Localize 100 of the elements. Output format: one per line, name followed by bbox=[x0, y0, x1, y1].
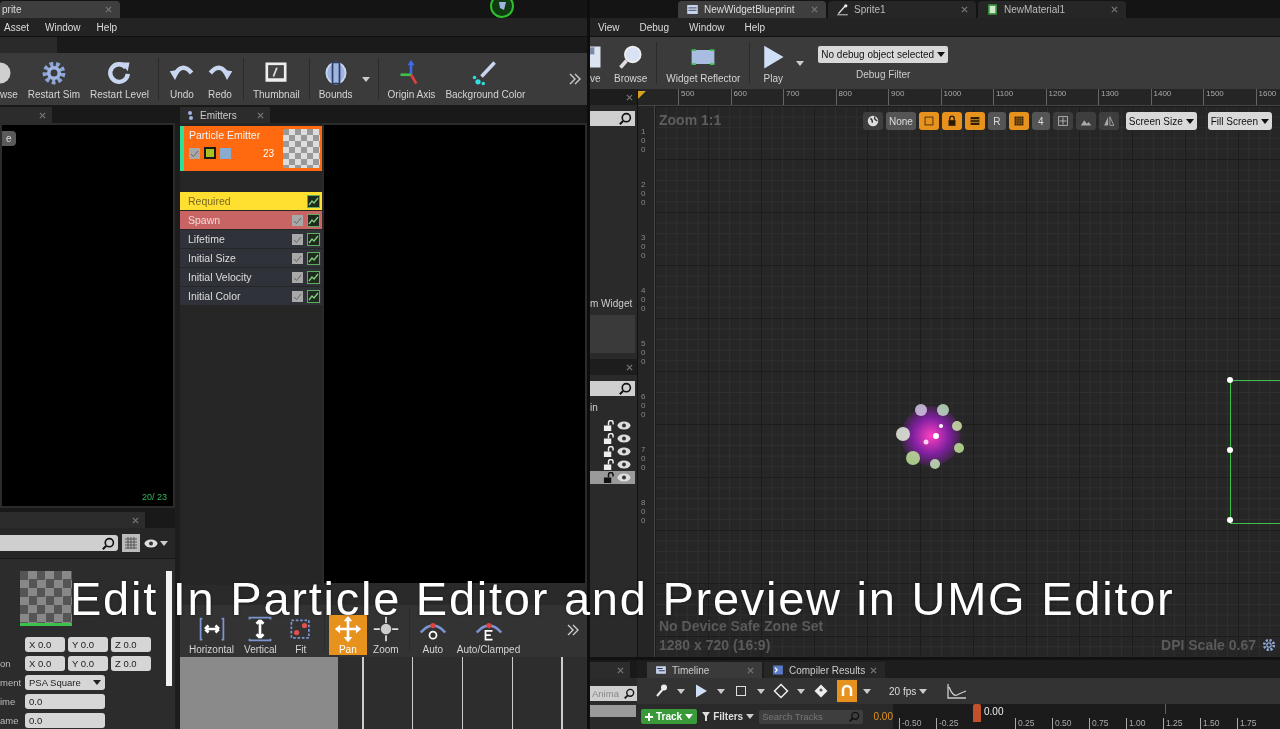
number-field[interactable]: Y 0.0 bbox=[68, 655, 108, 671]
toolbar-button[interactable]: Restart Sim bbox=[22, 55, 86, 103]
checkbox[interactable] bbox=[292, 252, 303, 264]
close-icon[interactable] bbox=[961, 6, 968, 13]
editor-tab[interactable]: Sprite1 bbox=[828, 1, 976, 18]
more-icon[interactable] bbox=[567, 624, 579, 636]
eye-icon[interactable] bbox=[617, 421, 631, 430]
menu-item[interactable]: Asset bbox=[4, 21, 29, 33]
editor-tab[interactable]: NewMaterial1 bbox=[978, 1, 1126, 18]
toolbar-button[interactable]: Horizontal bbox=[184, 615, 240, 655]
eye-icon[interactable] bbox=[617, 434, 631, 443]
close-icon[interactable] bbox=[626, 93, 633, 101]
dropdown[interactable]: Fill Screen bbox=[1207, 112, 1272, 130]
unlocked-padlock-icon[interactable] bbox=[603, 472, 614, 483]
unlocked-padlock-icon[interactable] bbox=[603, 433, 614, 444]
render-mode-icon[interactable] bbox=[204, 147, 216, 159]
toolbar-button[interactable] bbox=[862, 112, 883, 130]
close-icon[interactable] bbox=[132, 516, 139, 524]
viewport-button[interactable]: e bbox=[2, 131, 16, 146]
toolbar-button[interactable]: 4 bbox=[1031, 112, 1050, 130]
toolbar-button[interactable]: Restart Level bbox=[85, 55, 154, 103]
checkbox[interactable] bbox=[292, 214, 303, 226]
graph-icon[interactable] bbox=[307, 289, 320, 303]
number-field[interactable]: Z 0.0 bbox=[111, 636, 151, 652]
toolbar-button[interactable]: wse bbox=[0, 55, 23, 103]
module-row[interactable]: Lifetime bbox=[180, 230, 322, 248]
graph-icon[interactable] bbox=[307, 270, 320, 284]
toolbar-button[interactable] bbox=[918, 112, 939, 130]
dropdown[interactable]: PSA Square bbox=[25, 674, 105, 690]
toolbar-button[interactable]: Redo bbox=[200, 55, 239, 103]
toolbar-button[interactable]: Origin Axis bbox=[382, 55, 441, 103]
eye-icon[interactable] bbox=[617, 447, 631, 456]
unlocked-padlock-icon[interactable] bbox=[603, 446, 614, 457]
toolbar-button[interactable]: Play bbox=[754, 39, 793, 87]
toolbar-button[interactable]: Bounds bbox=[313, 55, 358, 103]
menu-item[interactable]: Help bbox=[744, 21, 766, 33]
close-icon[interactable] bbox=[626, 363, 633, 371]
more-icon[interactable] bbox=[569, 73, 581, 85]
module-row[interactable]: Required bbox=[180, 192, 322, 210]
graph-icon[interactable] bbox=[307, 194, 320, 208]
source-control-icon[interactable] bbox=[487, 0, 517, 18]
search-field[interactable] bbox=[590, 381, 635, 396]
close-icon[interactable] bbox=[39, 111, 46, 119]
toolbar-button[interactable] bbox=[1075, 112, 1096, 130]
graph-icon[interactable] bbox=[307, 232, 320, 246]
editor-tab[interactable]: NewWidgetBlueprint bbox=[678, 1, 826, 18]
number-field[interactable]: Y 0.0 bbox=[68, 636, 108, 652]
hierarchy-row[interactable] bbox=[590, 471, 635, 484]
eye-icon[interactable] bbox=[144, 538, 158, 548]
menu-item[interactable]: View bbox=[598, 21, 620, 33]
toolbar-button[interactable]: Thumbnail bbox=[247, 55, 305, 103]
module-row[interactable]: Initial Velocity bbox=[180, 268, 322, 286]
toolbar-button[interactable]: ve bbox=[590, 39, 609, 87]
close-icon[interactable] bbox=[1111, 6, 1118, 13]
checkbox[interactable] bbox=[292, 233, 303, 245]
search-field[interactable] bbox=[0, 535, 118, 551]
unlocked-padlock-icon[interactable] bbox=[603, 420, 614, 431]
toolbar-button[interactable]: Widget Reflector bbox=[661, 39, 746, 87]
close-icon[interactable] bbox=[870, 666, 878, 674]
toolbar-button[interactable]: Fit bbox=[281, 615, 320, 655]
menu-item[interactable]: Help bbox=[96, 21, 118, 33]
toolbar-button[interactable] bbox=[1052, 112, 1073, 130]
toolbar-button[interactable]: Undo bbox=[162, 55, 201, 103]
number-field[interactable]: 0.0 bbox=[25, 693, 105, 709]
number-field[interactable]: Z 0.0 bbox=[111, 655, 151, 671]
toolbar-button[interactable] bbox=[941, 112, 962, 130]
module-row[interactable]: Initial Size bbox=[180, 249, 322, 267]
number-field[interactable]: X 0.0 bbox=[25, 655, 65, 671]
toolbar-button[interactable]: Auto bbox=[413, 615, 452, 655]
unlocked-padlock-icon[interactable] bbox=[603, 459, 614, 470]
editor-tab[interactable]: prite bbox=[0, 1, 120, 18]
dropdown[interactable]: Screen Size bbox=[1125, 112, 1197, 130]
graph-icon[interactable] bbox=[307, 213, 320, 227]
checkbox[interactable] bbox=[292, 271, 303, 283]
panel-tab[interactable]: Timeline bbox=[647, 662, 762, 678]
filters-dropdown[interactable]: Filters bbox=[702, 711, 755, 722]
emitters-tab[interactable]: Emitters bbox=[180, 107, 270, 123]
number-field[interactable]: X 0.0 bbox=[25, 636, 65, 652]
curve-icon[interactable] bbox=[947, 683, 968, 699]
menu-item[interactable]: Window bbox=[45, 21, 81, 33]
visibility-button[interactable] bbox=[144, 538, 168, 548]
menu-item[interactable]: Debug bbox=[639, 21, 669, 33]
toolbar-button[interactable] bbox=[1098, 112, 1119, 130]
frame-rate-dropdown[interactable]: 20 fps bbox=[883, 684, 934, 698]
close-icon[interactable] bbox=[617, 666, 624, 674]
toolbar-button[interactable]: Auto/Clamped bbox=[451, 615, 526, 655]
toolbar-button[interactable]: Zoom bbox=[366, 615, 405, 655]
add-track-button[interactable]: Track bbox=[641, 709, 698, 724]
eye-icon[interactable] bbox=[617, 460, 631, 469]
debug-object-dropdown[interactable]: No debug object selected bbox=[818, 46, 949, 63]
graph-icon[interactable] bbox=[307, 251, 320, 265]
close-icon[interactable] bbox=[747, 666, 754, 674]
toolbar-button[interactable] bbox=[964, 112, 985, 130]
eye-icon[interactable] bbox=[617, 473, 631, 482]
toolbar-button[interactable]: R bbox=[987, 112, 1006, 130]
settings-icon[interactable] bbox=[1262, 638, 1276, 652]
toolbar-button[interactable] bbox=[1008, 112, 1029, 130]
toolbar-button[interactable]: Background Color bbox=[440, 55, 531, 103]
toolbar-button[interactable]: Browse bbox=[609, 39, 653, 87]
close-icon[interactable] bbox=[257, 111, 264, 119]
